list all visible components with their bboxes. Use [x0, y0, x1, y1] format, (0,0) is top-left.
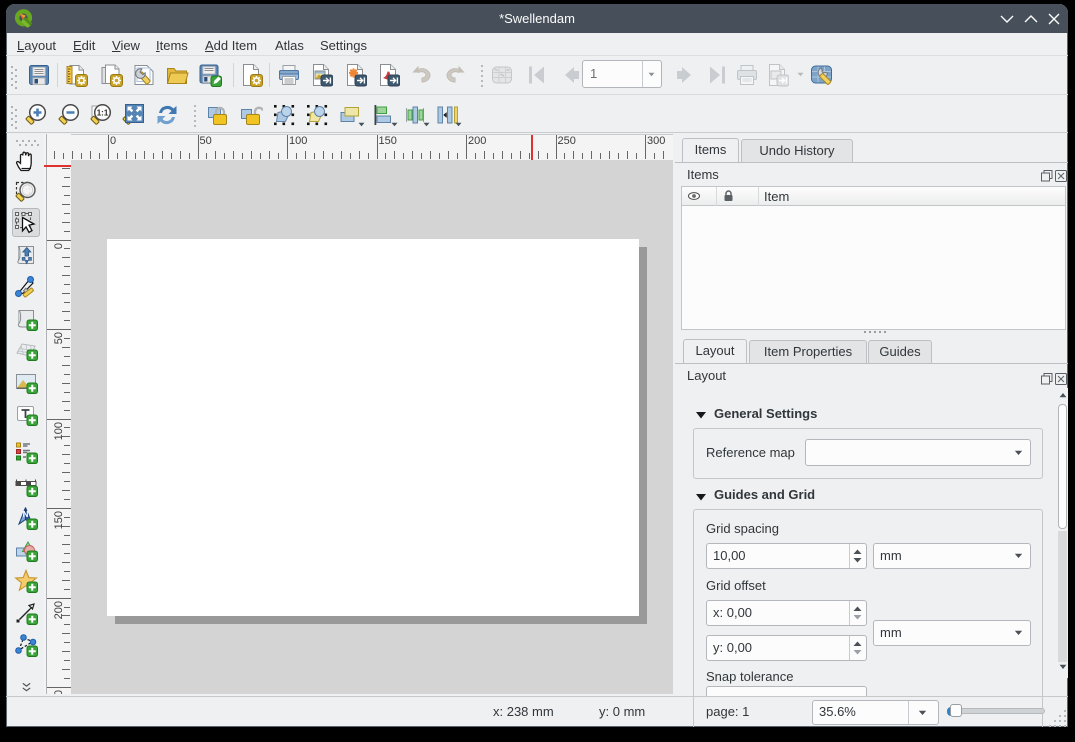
svg-text:1:1: 1:1 — [97, 109, 109, 118]
svg-text:250: 250 — [53, 690, 65, 694]
